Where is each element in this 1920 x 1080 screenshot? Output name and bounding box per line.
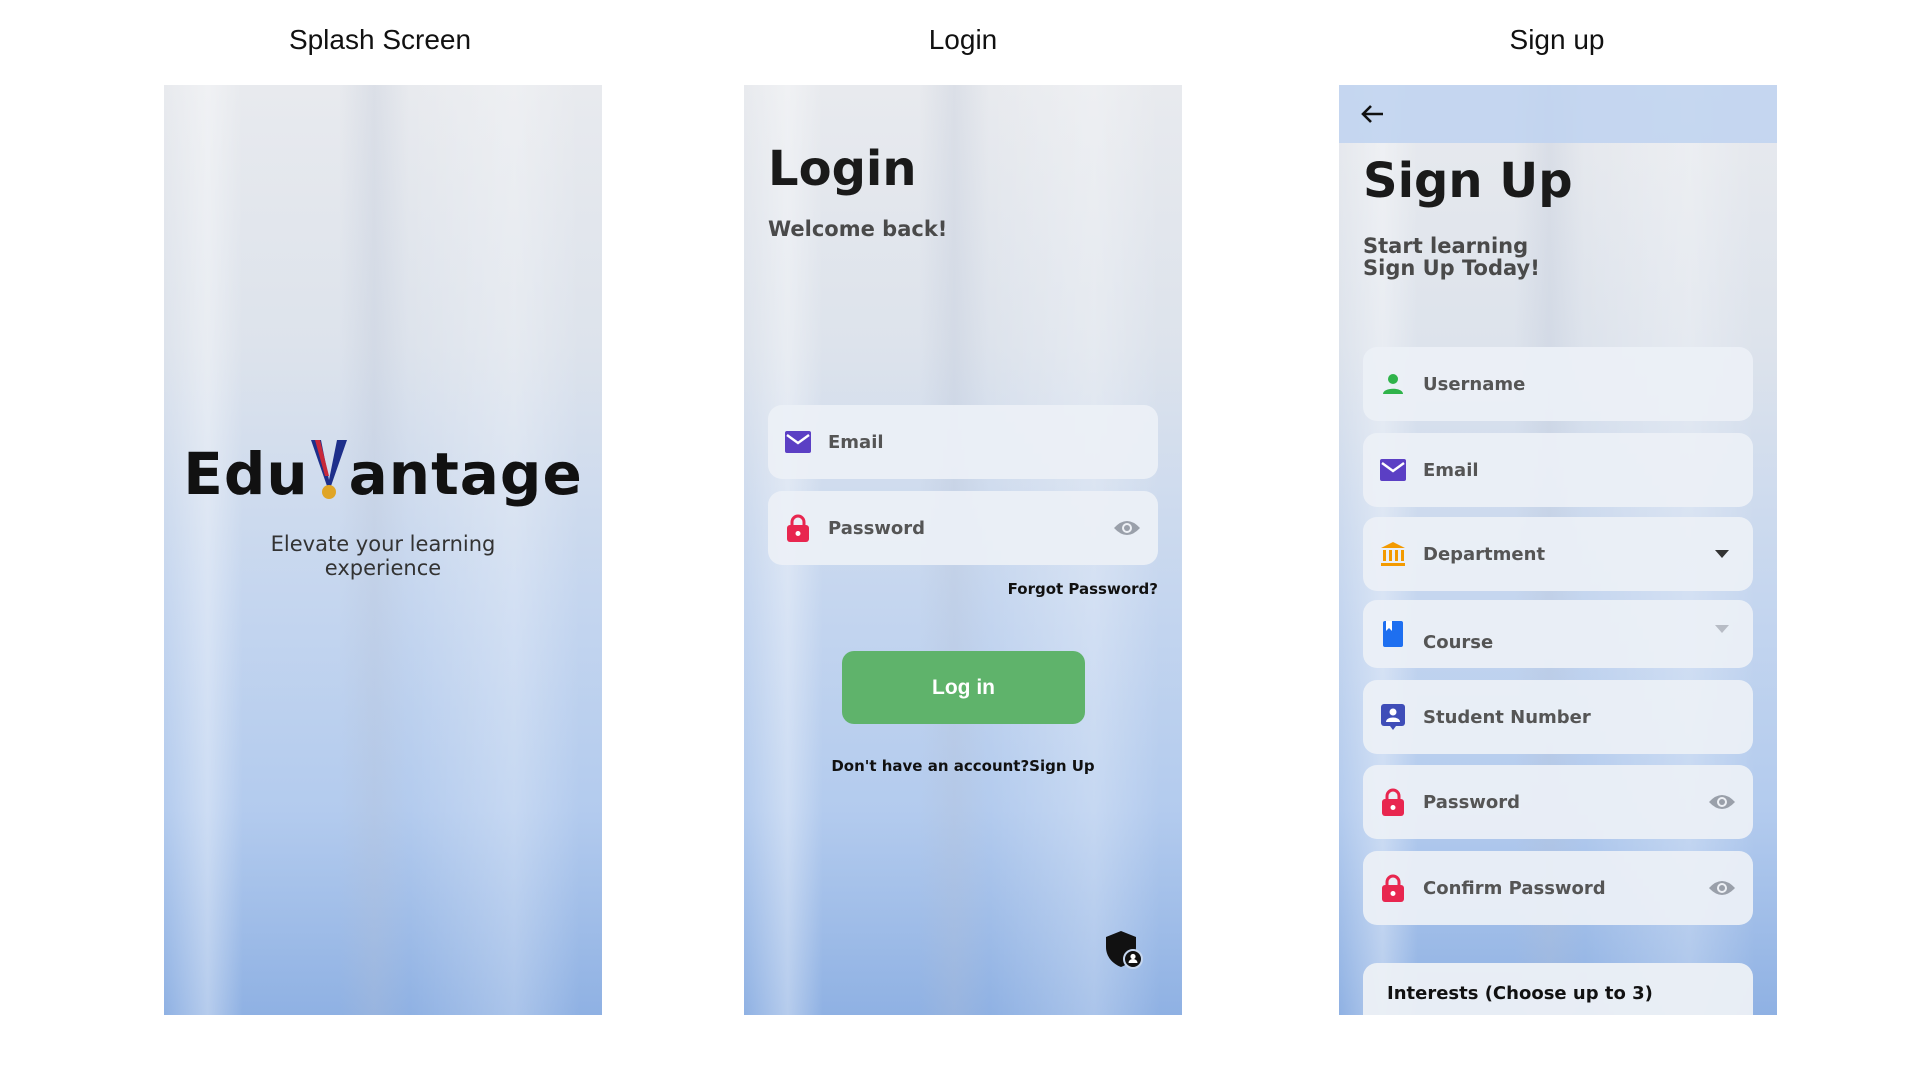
mail-icon: [784, 428, 812, 456]
department-dropdown[interactable]: Department: [1363, 517, 1753, 591]
person-icon: [1379, 370, 1407, 398]
caption-login: Login: [928, 24, 998, 55]
login-screen: Login Welcome back! Email Password Forgo…: [744, 85, 1182, 1015]
interests-heading: Interests (Choose up to 3): [1387, 983, 1653, 1004]
course-dropdown[interactable]: Course: [1363, 600, 1753, 668]
password-field[interactable]: Password: [768, 491, 1158, 565]
login-button[interactable]: Log in: [842, 651, 1085, 724]
splash-screen: Edu antage Elevate your learning experie…: [164, 85, 602, 1015]
eye-icon[interactable]: [1707, 873, 1737, 903]
medal-v-icon: [310, 440, 347, 499]
confirm-password-field[interactable]: Confirm Password: [1363, 851, 1753, 925]
student-number-label: Student Number: [1423, 706, 1591, 728]
page-subtitle: Welcome back!: [768, 217, 948, 241]
caption-signup: Sign up: [1509, 24, 1605, 55]
tagline-line-1: Elevate your learning: [270, 532, 496, 556]
eye-icon[interactable]: [1707, 787, 1737, 817]
username-label: Username: [1423, 373, 1526, 395]
book-icon: [1379, 620, 1407, 648]
id-badge-icon: [1379, 703, 1407, 731]
forgot-password-link[interactable]: Forgot Password?: [1008, 580, 1158, 598]
app-bar: [1339, 85, 1777, 143]
signup-screen: Sign Up Start learning Sign Up Today! Us…: [1339, 85, 1777, 1015]
eye-icon[interactable]: [1112, 513, 1142, 543]
app-logo: Edu antage: [164, 440, 602, 508]
password-label: Password: [828, 517, 926, 539]
password-field[interactable]: Password: [1363, 765, 1753, 839]
confirm-password-label: Confirm Password: [1423, 877, 1606, 899]
interests-section: Interests (Choose up to 3): [1363, 963, 1753, 1015]
mail-icon: [1379, 456, 1407, 484]
arrow-left-icon[interactable]: [1359, 100, 1387, 128]
email-field[interactable]: Email: [768, 405, 1158, 479]
logo-text-edu: Edu: [183, 440, 309, 508]
password-label: Password: [1423, 791, 1521, 813]
logo-medal-v: [309, 440, 349, 508]
page-title: Login: [768, 141, 917, 197]
bank-icon: [1379, 540, 1407, 568]
username-field[interactable]: Username: [1363, 347, 1753, 421]
caret-down-icon[interactable]: [1707, 539, 1737, 569]
lock-icon: [1379, 788, 1407, 816]
admin-shield-icon[interactable]: [1104, 929, 1144, 969]
lock-icon: [784, 514, 812, 542]
signup-prompt: Don't have an account?Sign Up: [744, 757, 1182, 775]
no-account-text: Don't have an account?: [831, 757, 1030, 775]
logo-text-antage: antage: [348, 440, 583, 508]
tagline-line-2: experience: [324, 556, 442, 580]
email-label: Email: [1423, 459, 1479, 481]
page-subtitle: Start learning Sign Up Today!: [1363, 235, 1540, 279]
sign-up-link[interactable]: Sign Up: [1029, 757, 1095, 775]
course-label: Course: [1423, 631, 1494, 653]
lock-icon: [1379, 874, 1407, 902]
student-number-field[interactable]: Student Number: [1363, 680, 1753, 754]
subtitle-line-2: Sign Up Today!: [1363, 256, 1540, 280]
email-label: Email: [828, 431, 884, 453]
caret-down-icon[interactable]: [1707, 614, 1737, 644]
caption-splash: Splash Screen: [288, 24, 472, 55]
department-label: Department: [1423, 543, 1546, 565]
page-title: Sign Up: [1363, 153, 1573, 209]
tagline: Elevate your learning experience: [164, 532, 602, 580]
subtitle-line-1: Start learning: [1363, 234, 1529, 258]
email-field[interactable]: Email: [1363, 433, 1753, 507]
